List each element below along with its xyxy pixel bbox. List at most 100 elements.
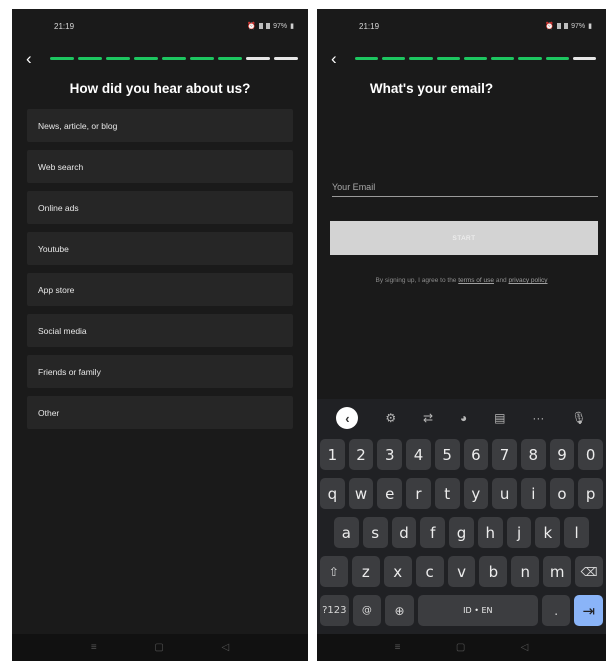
progress-bar: [50, 57, 298, 60]
back-arrow-icon[interactable]: ‹: [26, 50, 46, 70]
key-v[interactable]: v: [447, 556, 476, 587]
collapse-keyboard-icon[interactable]: ‹: [336, 407, 359, 429]
wifi-icon: [266, 23, 271, 29]
symbols-key[interactable]: ?123: [320, 595, 349, 626]
progress-segment: [78, 57, 102, 60]
option-web-search[interactable]: Web search: [27, 150, 293, 183]
key-t[interactable]: t: [434, 478, 460, 509]
key-n[interactable]: n: [511, 556, 540, 587]
start-button[interactable]: START: [330, 221, 598, 255]
progress-segment: [134, 57, 158, 60]
key-y[interactable]: y: [463, 478, 489, 509]
progress-segment: [409, 57, 433, 60]
backspace-icon[interactable]: ⌫: [575, 556, 604, 587]
key-q[interactable]: q: [320, 478, 345, 509]
period-key[interactable]: .: [541, 595, 571, 626]
shift-icon[interactable]: ⇧: [320, 556, 348, 587]
mic-off-icon[interactable]: 🎙: [571, 411, 586, 425]
key-u[interactable]: u: [492, 478, 517, 509]
keyboard: ‹ ⚙ ⇄ ◕ ▤ ··· 🎙 1234567890 qwertyuiop as…: [317, 399, 606, 634]
key-l[interactable]: l: [564, 517, 590, 548]
back-arrow-icon[interactable]: ‹: [331, 50, 351, 70]
key-8[interactable]: 8: [520, 439, 546, 470]
terms-prefix: By signing up, I agree to the: [375, 277, 457, 284]
key-m[interactable]: m: [543, 556, 572, 587]
key-2[interactable]: 2: [348, 439, 374, 470]
key-j[interactable]: j: [506, 517, 532, 548]
home-icon[interactable]: ▢: [456, 642, 465, 653]
key-w[interactable]: w: [348, 478, 374, 509]
option-list: News, article, or blog Web search Online…: [27, 109, 293, 437]
key-4[interactable]: 4: [406, 439, 431, 470]
key-i[interactable]: i: [520, 478, 546, 509]
nav-back-icon[interactable]: ◁: [521, 642, 529, 653]
email-field[interactable]: [332, 177, 598, 197]
status-time: 21:19: [54, 21, 75, 31]
screen-email: 21:19 ⏰ 97% ▮ ‹ What's your email? START…: [317, 9, 606, 661]
progress-segment: [491, 57, 515, 60]
option-social-media[interactable]: Social media: [27, 314, 293, 347]
progress-segment: [246, 57, 270, 60]
terms-middle: and: [495, 277, 507, 284]
progress-segment: [162, 57, 186, 60]
clipboard-icon[interactable]: ▤: [494, 411, 505, 425]
nav-back-icon[interactable]: ◁: [221, 642, 229, 653]
key-d[interactable]: d: [391, 517, 417, 548]
key-k[interactable]: k: [535, 517, 561, 548]
key-6[interactable]: 6: [463, 439, 489, 470]
option-other[interactable]: Other: [27, 396, 293, 429]
progress-segment: [518, 57, 542, 60]
key-p[interactable]: p: [578, 478, 604, 509]
option-friends-family[interactable]: Friends or family: [27, 355, 293, 388]
more-icon[interactable]: ···: [532, 411, 544, 425]
enter-icon[interactable]: ⇥: [574, 595, 604, 626]
key-x[interactable]: x: [383, 556, 412, 587]
key-o[interactable]: o: [549, 478, 575, 509]
status-icons: ⏰ 97% ▮: [545, 22, 592, 31]
system-nav-bar: ≡ ▢ ◁: [12, 634, 308, 661]
key-a[interactable]: a: [334, 517, 359, 548]
key-s[interactable]: s: [362, 517, 388, 548]
key-g[interactable]: g: [449, 517, 474, 548]
battery-icon: ▮: [588, 23, 592, 30]
key-z[interactable]: z: [351, 556, 380, 587]
home-icon[interactable]: ▢: [154, 642, 163, 653]
key-7[interactable]: 7: [492, 439, 517, 470]
privacy-policy-link[interactable]: privacy policy: [509, 277, 548, 284]
top-bar: ‹: [317, 49, 606, 71]
wifi-icon: [564, 23, 569, 29]
translate-icon[interactable]: ⇄: [423, 411, 433, 425]
gear-icon[interactable]: ⚙: [385, 411, 396, 425]
key-0[interactable]: 0: [578, 439, 604, 470]
key-h[interactable]: h: [477, 517, 503, 548]
key-3[interactable]: 3: [377, 439, 403, 470]
terms-text: By signing up, I agree to the terms of u…: [317, 277, 606, 284]
key-e[interactable]: e: [377, 478, 403, 509]
palette-icon[interactable]: ◕: [460, 411, 467, 425]
terms-of-use-link[interactable]: terms of use: [458, 277, 494, 284]
progress-segment: [463, 57, 488, 60]
status-icons: ⏰ 97% ▮: [247, 22, 294, 31]
option-youtube[interactable]: Youtube: [27, 232, 293, 265]
status-time: 21:19: [359, 21, 380, 31]
option-news[interactable]: News, article, or blog: [27, 109, 293, 142]
key-5[interactable]: 5: [434, 439, 460, 470]
option-online-ads[interactable]: Online ads: [27, 191, 293, 224]
key-1[interactable]: 1: [320, 439, 345, 470]
recents-icon[interactable]: ≡: [91, 642, 97, 653]
recents-icon[interactable]: ≡: [395, 642, 401, 653]
key-9[interactable]: 9: [549, 439, 575, 470]
progress-segment: [572, 57, 596, 60]
keyboard-toolbar: ‹ ⚙ ⇄ ◕ ▤ ··· 🎙: [317, 403, 606, 433]
progress-segment: [355, 57, 379, 60]
screen-referral: 21:19 ⏰ 97% ▮ ‹ How did you hear about u…: [12, 9, 308, 661]
key-c[interactable]: c: [415, 556, 444, 587]
globe-icon[interactable]: ⊕: [385, 595, 414, 626]
space-key[interactable]: ID • EN: [417, 595, 538, 626]
key-b[interactable]: b: [479, 556, 508, 587]
at-key[interactable]: @: [352, 595, 382, 626]
key-f[interactable]: f: [420, 517, 446, 548]
signal-icon: [557, 23, 562, 29]
option-app-store[interactable]: App store: [27, 273, 293, 306]
key-r[interactable]: r: [406, 478, 431, 509]
